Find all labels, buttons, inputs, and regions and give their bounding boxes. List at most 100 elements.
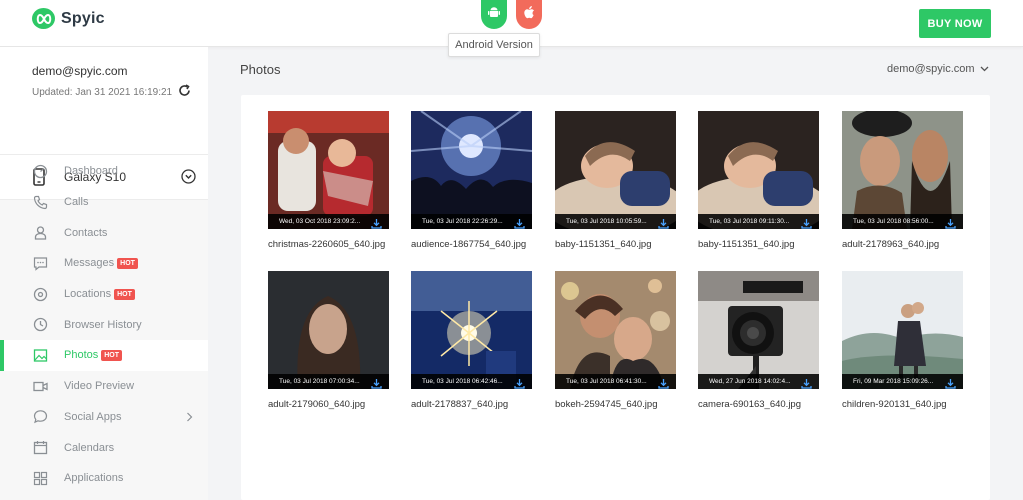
sidebar-item-video-preview[interactable]: Video Preview <box>0 371 208 402</box>
download-icon[interactable] <box>658 216 669 229</box>
photo-image <box>842 111 963 229</box>
sidebar-item-contacts[interactable]: Contacts <box>0 217 208 248</box>
photo-date-bar: Tue, 03 Jul 2018 10:05:59... <box>555 214 676 229</box>
photo-filename: adult-2178837_640.jpg <box>411 399 509 410</box>
photo-filename: children-920131_640.jpg <box>842 399 947 410</box>
user-email: demo@spyic.com <box>887 63 975 75</box>
last-updated: Updated: Jan 31 2021 16:19:21 <box>32 84 191 100</box>
photo-item[interactable]: Tue, 03 Jul 2018 10:05:59... baby-115135… <box>555 111 676 250</box>
sidebar-item-label: Contacts <box>64 226 108 239</box>
sidebar: demo@spyic.com Updated: Jan 31 2021 16:1… <box>0 47 208 500</box>
photo-date-bar: Tue, 03 Jul 2018 06:42:46... <box>411 374 532 389</box>
photo-image <box>698 111 819 229</box>
photo-date: Tue, 03 Jul 2018 06:42:46... <box>422 378 503 385</box>
download-icon[interactable] <box>514 216 525 229</box>
photo-image <box>268 111 389 229</box>
photo-date: Tue, 03 Jul 2018 07:00:34... <box>279 378 360 385</box>
photo-date: Fri, 09 Mar 2018 15:09:26... <box>853 378 934 385</box>
photo-thumbnail[interactable]: Tue, 03 Jul 2018 09:11:30... <box>698 111 819 229</box>
download-icon[interactable] <box>945 216 956 229</box>
photo-thumbnail[interactable]: Tue, 03 Jul 2018 06:41:30... <box>555 271 676 389</box>
sidebar-item-messages[interactable]: Messages HOT <box>0 248 208 279</box>
photo-thumbnail[interactable]: Tue, 03 Jul 2018 07:00:34... <box>268 271 389 389</box>
photo-image <box>698 271 819 389</box>
download-icon[interactable] <box>801 216 812 229</box>
android-version-tab[interactable] <box>481 0 507 29</box>
photo-filename: adult-2178963_640.jpg <box>842 239 940 250</box>
photo-thumbnail[interactable]: Tue, 03 Jul 2018 08:56:00... <box>842 111 963 229</box>
photo-date: Tue, 03 Jul 2018 22:26:29... <box>422 218 503 225</box>
apps-icon <box>33 471 48 486</box>
photo-date: Tue, 03 Jul 2018 08:56:00... <box>853 218 934 225</box>
sidebar-item-label: Social Apps <box>64 410 122 423</box>
photo-filename: adult-2179060_640.jpg <box>268 399 366 410</box>
photo-item[interactable]: Tue, 03 Jul 2018 06:41:30... bokeh-25947… <box>555 271 676 410</box>
photo-thumbnail[interactable]: Wed, 03 Oct 2018 23:09:2... <box>268 111 389 229</box>
sidebar-item-calls[interactable]: Calls <box>0 187 208 218</box>
photo-item[interactable]: Tue, 03 Jul 2018 07:00:34... adult-21790… <box>268 271 389 410</box>
calendar-icon <box>33 440 48 455</box>
photo-image <box>411 271 532 389</box>
ios-version-tab[interactable] <box>516 0 542 29</box>
apple-icon <box>523 5 535 24</box>
photo-thumbnail[interactable]: Tue, 03 Jul 2018 22:26:29... <box>411 111 532 229</box>
dashboard-icon <box>33 164 48 179</box>
hot-badge: HOT <box>117 257 138 269</box>
sidebar-nav: Dashboard Calls Contacts Messages HOT Lo… <box>0 156 208 494</box>
download-icon[interactable] <box>371 376 382 389</box>
photo-thumbnail[interactable]: Tue, 03 Jul 2018 10:05:59... <box>555 111 676 229</box>
sidebar-item-label: Calendars <box>64 441 115 454</box>
message-icon <box>33 256 48 271</box>
photo-item[interactable]: Tue, 03 Jul 2018 09:11:30... baby-115135… <box>698 111 819 250</box>
hot-badge: HOT <box>114 288 135 300</box>
download-icon[interactable] <box>801 376 812 389</box>
sidebar-item-label: Locations <box>64 288 112 301</box>
photo-item[interactable]: Wed, 27 Jun 2018 14:02:4... camera-69016… <box>698 271 819 410</box>
sidebar-item-dashboard[interactable]: Dashboard <box>0 156 208 187</box>
platform-tooltip: Android Version <box>448 33 540 57</box>
download-icon[interactable] <box>945 376 956 389</box>
chevron-right-icon <box>186 412 193 425</box>
sidebar-item-social-apps[interactable]: Social Apps <box>0 402 208 433</box>
brand-logo[interactable]: Spyic <box>32 8 105 29</box>
photo-thumbnail[interactable]: Fri, 09 Mar 2018 15:09:26... <box>842 271 963 389</box>
sidebar-item-browser-history[interactable]: Browser History <box>0 309 208 340</box>
sidebar-item-photos[interactable]: Photos HOT <box>0 340 208 371</box>
top-bar: Spyic Android Version BUY NOW <box>0 0 1023 57</box>
photo-item[interactable]: Wed, 03 Oct 2018 23:09:2... christmas-22… <box>268 111 389 250</box>
photo-thumbnail[interactable]: Tue, 03 Jul 2018 06:42:46... <box>411 271 532 389</box>
download-icon[interactable] <box>371 216 382 229</box>
photo-date-bar: Tue, 03 Jul 2018 08:56:00... <box>842 214 963 229</box>
photo-item[interactable]: Tue, 03 Jul 2018 06:42:46... adult-21788… <box>411 271 532 410</box>
brand-name: Spyic <box>61 9 105 27</box>
download-icon[interactable] <box>514 376 525 389</box>
location-icon <box>33 287 48 302</box>
photo-date-bar: Tue, 03 Jul 2018 22:26:29... <box>411 214 532 229</box>
photo-image <box>842 271 963 389</box>
sidebar-item-label: Photos <box>64 349 99 362</box>
photo-thumbnail[interactable]: Wed, 27 Jun 2018 14:02:4... <box>698 271 819 389</box>
photo-date-bar: Tue, 03 Jul 2018 07:00:34... <box>268 374 389 389</box>
spyic-logo-icon <box>32 8 55 29</box>
user-menu[interactable]: demo@spyic.com <box>887 63 989 75</box>
buy-now-button[interactable]: BUY NOW <box>919 9 991 38</box>
last-updated-text: Updated: Jan 31 2021 16:19:21 <box>32 86 173 98</box>
sidebar-item-applications[interactable]: Applications <box>0 463 208 494</box>
photo-item[interactable]: Tue, 03 Jul 2018 22:26:29... audience-18… <box>411 111 532 250</box>
android-icon <box>488 6 500 24</box>
refresh-icon[interactable] <box>178 84 191 100</box>
clock-icon <box>33 317 48 332</box>
photo-item[interactable]: Fri, 09 Mar 2018 15:09:26... children-92… <box>842 271 963 410</box>
contact-icon <box>33 225 48 240</box>
download-icon[interactable] <box>658 376 669 389</box>
photo-image <box>268 271 389 389</box>
photo-date-bar: Tue, 03 Jul 2018 06:41:30... <box>555 374 676 389</box>
sidebar-item-calendars[interactable]: Calendars <box>0 432 208 463</box>
sidebar-item-locations[interactable]: Locations HOT <box>0 279 208 310</box>
photo-date: Wed, 03 Oct 2018 23:09:2... <box>279 218 361 225</box>
photo-item[interactable]: Tue, 03 Jul 2018 08:56:00... adult-21789… <box>842 111 963 250</box>
photo-date: Wed, 27 Jun 2018 14:02:4... <box>709 378 791 385</box>
photo-filename: christmas-2260605_640.jpg <box>268 239 386 250</box>
video-icon <box>33 379 48 394</box>
photo-filename: bokeh-2594745_640.jpg <box>555 399 658 410</box>
